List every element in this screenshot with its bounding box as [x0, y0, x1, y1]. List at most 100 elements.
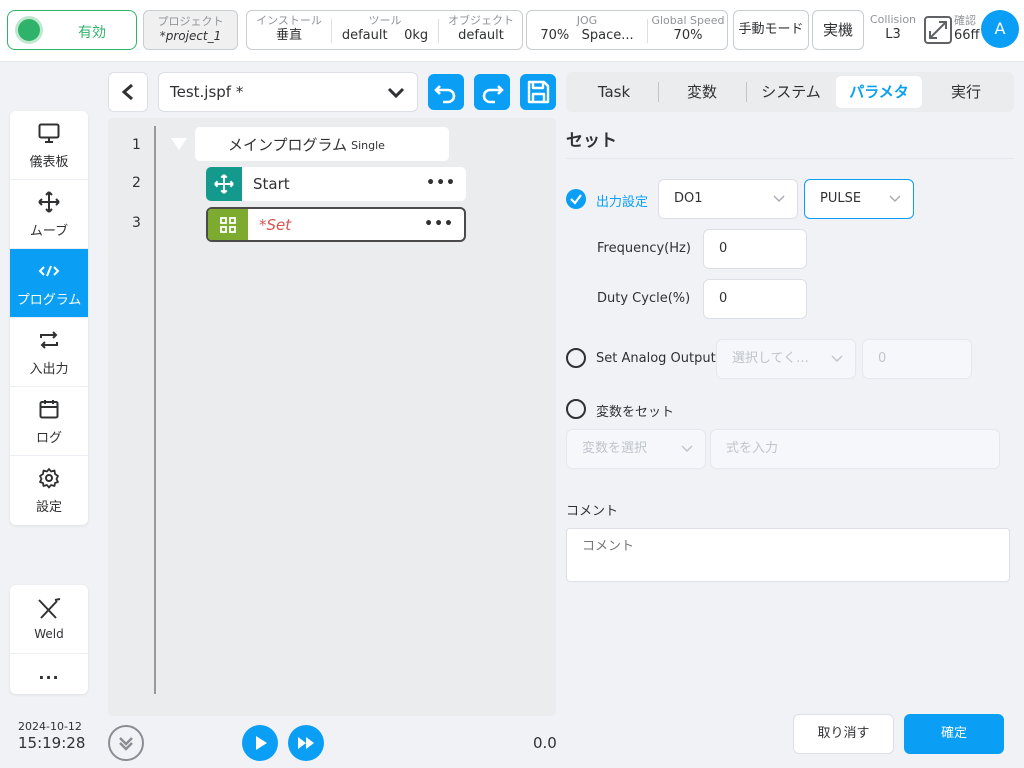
date-label: 2024-10-12	[18, 720, 82, 733]
main-program-node[interactable]: メインプログラム Single	[195, 127, 449, 161]
speed-box[interactable]: JOG 70% Space... Global Speed 70%	[526, 10, 728, 50]
frequency-input[interactable]: 0	[703, 229, 807, 269]
output-setting-radio[interactable]	[566, 189, 586, 209]
confirm-value: 66ff	[954, 28, 980, 43]
project-name: *project_1	[159, 29, 222, 43]
mode-select-value: PULSE	[820, 191, 862, 206]
start-label: Start	[253, 175, 290, 193]
chevron-double-down-icon	[119, 737, 133, 751]
file-select[interactable]: Test.jspf *	[158, 72, 418, 112]
tool-name: default	[341, 28, 388, 43]
output-setting-label: 出力設定	[596, 195, 649, 210]
expand-icon[interactable]	[924, 16, 952, 44]
redo-button[interactable]	[474, 74, 510, 110]
undo-icon	[434, 85, 456, 104]
output-select[interactable]: DO1	[658, 179, 798, 219]
fast-forward-icon	[298, 737, 314, 749]
confirm-button[interactable]: 確定	[904, 714, 1004, 754]
tab-variables[interactable]: 変数	[662, 76, 742, 108]
chevron-left-icon	[121, 83, 133, 101]
undo-button[interactable]	[428, 74, 464, 110]
enable-label: 有効	[78, 25, 106, 41]
fast-forward-button[interactable]	[288, 725, 324, 761]
set-node[interactable]: *Set •••	[206, 207, 466, 242]
main-program-label: メインプログラム	[228, 135, 348, 154]
cancel-button[interactable]: 取り消す	[793, 714, 894, 754]
project-box[interactable]: プロジェクト *project_1	[143, 10, 238, 50]
tab-parameters[interactable]: パラメタ	[836, 76, 922, 108]
avatar-letter: A	[994, 19, 1006, 38]
main-nav: 儀表板 ムーブ プログラム 入出力 ログ 設定	[10, 111, 88, 525]
divider	[658, 82, 659, 102]
output-select-value: DO1	[674, 191, 703, 206]
plugin-nav: Weld ...	[10, 585, 88, 694]
nav-item-more[interactable]: ...	[10, 654, 88, 694]
confirm-indicator[interactable]: 確認 66ff	[954, 14, 980, 44]
scroll-down-button[interactable]	[108, 725, 144, 761]
play-icon	[256, 736, 267, 750]
install-tool-object-box[interactable]: インストール 垂直 ツール default 0kg オブジェクト default	[246, 10, 523, 50]
avatar[interactable]: A	[981, 10, 1019, 48]
line-number: 2	[132, 175, 141, 191]
weld-icon	[36, 597, 62, 621]
collision-indicator[interactable]: Collision L3	[868, 13, 918, 43]
enable-toggle[interactable]: 有効	[7, 10, 137, 50]
collision-value: L3	[885, 27, 901, 42]
global-speed-value: 70%	[673, 28, 703, 43]
nav-item-log[interactable]: ログ	[10, 387, 88, 456]
nav-label: 設定	[35, 500, 62, 515]
set-variable-radio[interactable]	[566, 399, 586, 419]
nav-item-dashboard[interactable]: 儀表板	[10, 111, 88, 180]
comment-textarea[interactable]	[566, 528, 1010, 582]
manual-mode-button[interactable]: 手動モード	[733, 10, 809, 50]
comment-label: コメント	[566, 504, 619, 519]
run-counter: 0.0	[533, 734, 557, 752]
analog-value-input[interactable]: 0	[862, 339, 972, 379]
nav-item-settings[interactable]: 設定	[10, 456, 88, 525]
global-speed-caption: Global Speed	[651, 14, 725, 27]
tab-execute[interactable]: 実行	[926, 76, 1006, 108]
expression-input[interactable]: 式を入力	[710, 429, 1000, 469]
real-machine-button[interactable]: 実機	[812, 10, 864, 50]
program-tree: 1 2 3 メインプログラム Single Start ••• *Set •••	[108, 118, 556, 716]
chevron-down-icon	[831, 355, 843, 362]
more-options-icon[interactable]: •••	[424, 216, 454, 232]
more-label: ...	[38, 664, 60, 683]
mode-select[interactable]: PULSE	[804, 179, 914, 219]
line-number: 3	[132, 215, 141, 231]
section-title: セット	[566, 131, 617, 151]
nav-item-io[interactable]: 入出力	[10, 318, 88, 387]
collapse-triangle-icon[interactable]	[170, 137, 188, 151]
object-value: default	[458, 28, 504, 43]
back-button[interactable]	[108, 72, 148, 112]
frequency-label: Frequency(Hz)	[597, 241, 691, 256]
duty-cycle-label: Duty Cycle(%)	[597, 291, 691, 306]
jog-caption: JOG	[576, 14, 598, 27]
play-button[interactable]	[242, 725, 278, 761]
chevron-down-icon	[773, 195, 785, 202]
save-button[interactable]	[520, 74, 556, 110]
nav-item-move[interactable]: ムーブ	[10, 180, 88, 249]
start-node[interactable]: Start •••	[206, 167, 466, 201]
analog-value: 0	[878, 351, 887, 366]
file-name: Test.jspf *	[170, 83, 244, 101]
more-options-icon[interactable]: •••	[426, 175, 456, 191]
analog-select[interactable]: 選択してく...	[716, 339, 856, 379]
grid-icon	[208, 209, 248, 240]
install-caption: インストール	[256, 14, 322, 27]
tool-weight: 0kg	[404, 28, 429, 43]
real-machine-label: 実機	[822, 21, 853, 39]
duty-cycle-input[interactable]: 0	[703, 279, 807, 319]
tab-task[interactable]: Task	[574, 76, 654, 108]
line-gutter-divider	[154, 126, 156, 694]
monitor-icon	[38, 121, 60, 145]
nav-label: プログラム	[16, 292, 82, 308]
nav-item-program[interactable]: プログラム	[10, 249, 88, 318]
tab-system[interactable]: システム	[750, 76, 832, 108]
variable-select[interactable]: 変数を選択	[566, 429, 706, 469]
analog-output-radio[interactable]	[566, 348, 586, 368]
set-variable-label: 変数をセット	[596, 405, 675, 420]
nav-item-weld[interactable]: Weld	[10, 585, 88, 654]
cancel-label: 取り消す	[817, 726, 870, 741]
analog-select-placeholder: 選択してく...	[732, 351, 809, 366]
